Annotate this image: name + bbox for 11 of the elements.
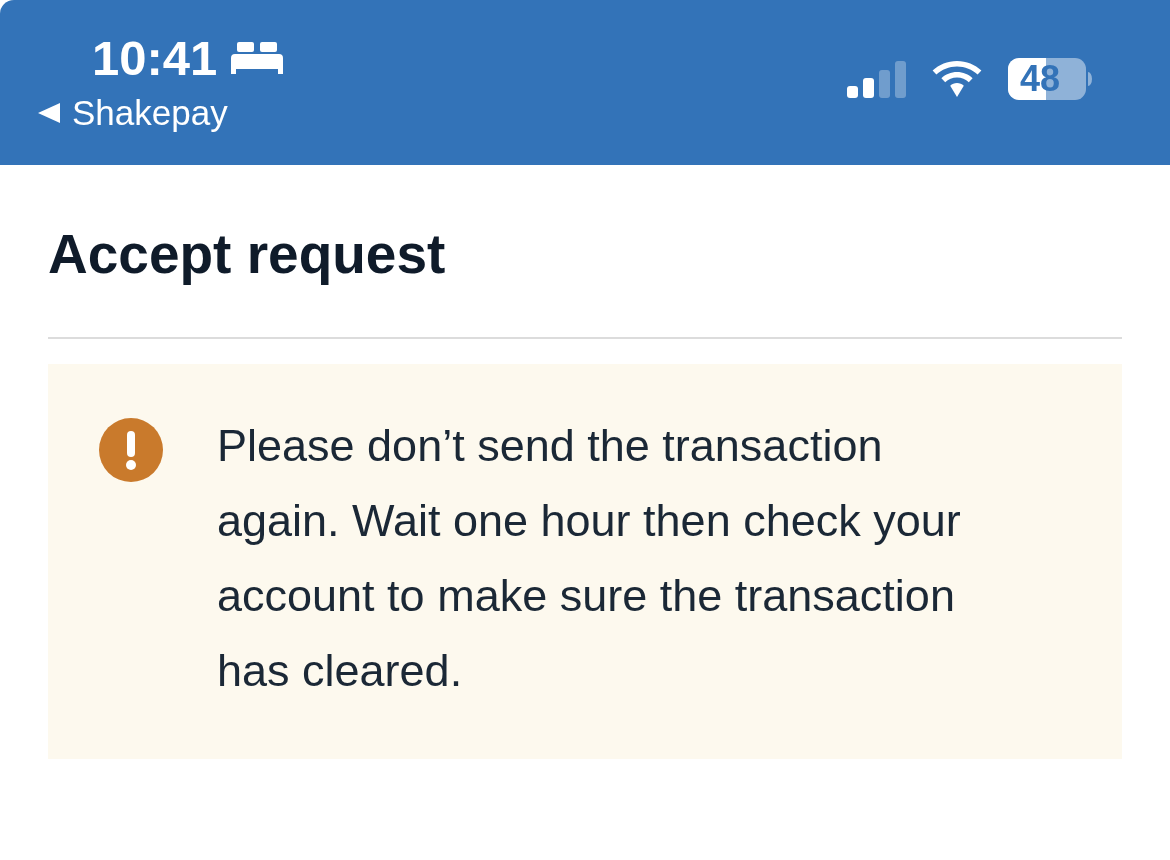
battery-icon <box>1008 58 1092 100</box>
back-to-app-link[interactable]: Shakepay <box>0 93 284 133</box>
warning-icon <box>99 418 163 482</box>
page-title: Accept request <box>48 222 446 287</box>
wifi-icon <box>932 61 982 97</box>
status-time: 10:41 <box>92 30 218 87</box>
warning-message: Please don’t send the transaction again. Wait one hour then check your account to make sure the transaction has cleared. <box>217 419 962 698</box>
signal-bars-icon <box>847 60 906 98</box>
bed-icon <box>231 42 284 74</box>
battery-percentage: 48 <box>1020 59 1061 99</box>
back-triangle-icon <box>38 103 60 123</box>
